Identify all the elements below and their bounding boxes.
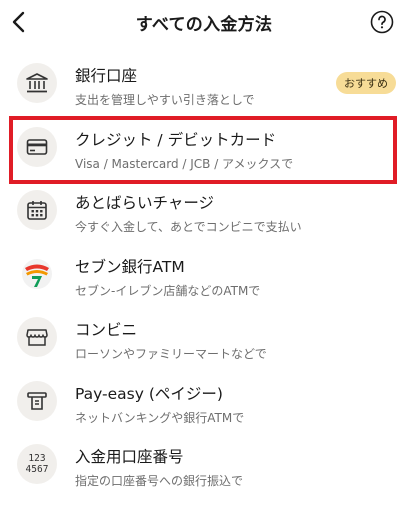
method-label: 銀行口座 [75, 67, 138, 85]
atm-receipt-icon [17, 380, 57, 421]
method-credit-debit-card[interactable]: クレジット / デビットカード Visa / Mastercard / JCB … [0, 116, 408, 180]
method-label: 入金用口座番号 [75, 448, 184, 466]
method-description: 今すぐ入金して、あとでコンビニで支払い [75, 220, 302, 234]
method-description: セブン-イレブン店舗などのATMで [75, 283, 261, 298]
method-label: あとばらいチャージ [75, 194, 215, 212]
method-convenience-store[interactable]: コンビニ ローソンやファミリーマートなどで [0, 306, 408, 370]
payment-method-list: 銀行口座 支出を管理しやすい引き落としで おすすめ クレジット / デビットカー… [0, 52, 408, 497]
question-icon [370, 10, 394, 34]
method-label: セブン銀行ATM [75, 257, 185, 276]
method-deposit-account-number[interactable]: 123 4567 入金用口座番号 指定の口座番号への銀行振込で [0, 433, 408, 497]
credit-card-icon [17, 126, 57, 167]
method-label: コンビニ [75, 321, 138, 339]
method-atobarai-charge[interactable]: あとばらいチャージ 今すぐ入金して、あとでコンビニで支払い [0, 179, 408, 243]
header: すべての入金方法 [0, 0, 408, 46]
method-description: ネットバンキングや銀行ATMで [75, 410, 245, 425]
method-description: Visa / Mastercard / JCB / アメックスで [75, 156, 294, 171]
bank-icon [17, 63, 57, 103]
account-number-icon-line2: 4567 [25, 464, 49, 475]
method-description: 支出を管理しやすい引き落としで [75, 93, 255, 107]
seven-bank-icon [17, 253, 57, 294]
account-number-icon-line1: 123 [28, 453, 46, 464]
method-description: ローソンやファミリーマートなどで [75, 347, 267, 361]
account-number-icon: 123 4567 [17, 444, 57, 484]
method-label: クレジット / デビットカード [75, 130, 277, 149]
page-title: すべての入金方法 [135, 15, 273, 35]
method-bank-account[interactable]: 銀行口座 支出を管理しやすい引き落としで おすすめ [0, 52, 408, 116]
recommended-badge: おすすめ [336, 72, 396, 94]
method-pay-easy[interactable]: Pay-easy (ペイジー) ネットバンキングや銀行ATMで [0, 370, 408, 434]
calendar-icon [17, 190, 57, 230]
method-seven-bank-atm[interactable]: セブン銀行ATM セブン-イレブン店舗などのATMで [0, 243, 408, 307]
method-label: Pay-easy (ペイジー) [75, 384, 223, 403]
help-button[interactable] [370, 10, 394, 34]
method-description: 指定の口座番号への銀行振込で [75, 474, 244, 488]
store-icon [17, 317, 57, 357]
